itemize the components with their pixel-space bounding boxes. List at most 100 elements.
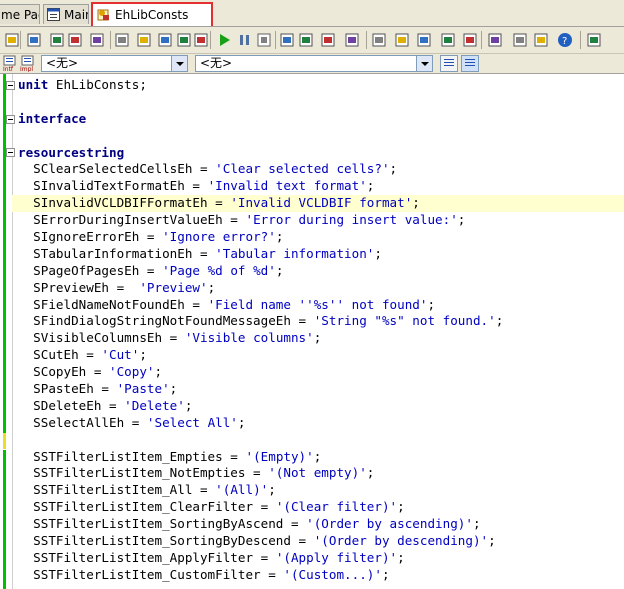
class-selector[interactable]: <无> xyxy=(41,55,188,72)
code-line[interactable]: SSTFilterListItem_SortingByDescend = '(O… xyxy=(18,533,624,550)
code-line[interactable] xyxy=(18,432,624,449)
code-line[interactable]: SVisibleColumnsEh = 'Visible columns'; xyxy=(18,330,624,347)
debug-button[interactable] xyxy=(371,31,389,49)
new-form-button[interactable] xyxy=(487,31,505,49)
trace-into-icon xyxy=(279,31,297,49)
code-line[interactable]: SFindDialogStringNotFoundMessageEh = 'St… xyxy=(18,313,624,330)
options-button[interactable] xyxy=(533,31,551,49)
code-line[interactable]: unit EhLibConsts; xyxy=(18,77,624,94)
unit-list-button[interactable] xyxy=(157,31,175,49)
tab-main[interactable]: Main xyxy=(43,4,89,24)
help-button[interactable]: ? xyxy=(556,31,574,49)
svg-text:Impl: Impl xyxy=(20,66,33,72)
code-line[interactable]: SSTFilterListItem_SortingByAscend = '(Or… xyxy=(18,516,624,533)
run-button[interactable] xyxy=(215,31,233,49)
code-line[interactable]: SSTFilterListItem_Empties = '(Empty)'; xyxy=(18,449,624,466)
package-button[interactable] xyxy=(462,31,480,49)
code-line-current[interactable]: SInvalidVCLDBIFFormatEh = 'Invalid VCLDB… xyxy=(12,195,624,212)
code-line[interactable]: SSTFilterListItem_NotEmpties = '(Not emp… xyxy=(18,465,624,482)
database-button[interactable] xyxy=(440,31,458,49)
module-button[interactable] xyxy=(512,31,530,49)
code-line[interactable]: SSTFilterListItem_All = '(All)'; xyxy=(18,482,624,499)
code-line[interactable]: SPageOfPagesEh = 'Page %d of %d'; xyxy=(18,263,624,280)
identifier: SSTFilterListItem_SortingByDescend = xyxy=(33,533,314,548)
code-line[interactable] xyxy=(18,94,624,111)
palette-button[interactable] xyxy=(416,31,434,49)
interface-section-icon[interactable]: Intf xyxy=(2,55,19,72)
tab-welcome-page[interactable]: me Page xyxy=(0,4,40,24)
code-line[interactable]: SSTFilterListItem_CustomFilter = '(Custo… xyxy=(18,567,624,584)
code-line[interactable]: SFieldNameNotFoundEh = 'Field name ''%s'… xyxy=(18,297,624,314)
indent xyxy=(18,381,33,396)
identifier: SFieldNameNotFoundEh = xyxy=(33,297,207,312)
reset-button[interactable] xyxy=(255,31,273,49)
align-left-button[interactable] xyxy=(440,55,458,72)
open-folder-button[interactable] xyxy=(136,31,154,49)
code-editor[interactable]: unit EhLibConsts; interface resourcestring… xyxy=(0,74,624,589)
code-line[interactable]: SSelectAllEh = 'Select All'; xyxy=(18,415,624,432)
indent xyxy=(18,533,33,548)
punctuation: ; xyxy=(458,212,466,227)
code-line[interactable]: interface xyxy=(18,111,624,128)
code-line[interactable]: SDeleteEh = 'Delete'; xyxy=(18,398,624,415)
align-center-button[interactable] xyxy=(461,55,479,72)
identifier: SCopyEh = xyxy=(33,364,109,379)
form-icon xyxy=(47,8,60,21)
stack-button[interactable] xyxy=(344,31,362,49)
code-line[interactable] xyxy=(18,128,624,145)
code-line[interactable]: SInvalidTextFormatEh = 'Invalid text for… xyxy=(18,178,624,195)
code-line[interactable]: SPreviewEh = 'Preview'; xyxy=(18,280,624,297)
save-all-button[interactable] xyxy=(67,31,85,49)
code-line[interactable]: SErrorDuringInsertValueEh = 'Error durin… xyxy=(18,212,624,229)
punctuation: ; xyxy=(412,195,420,210)
code-line[interactable]: SSTFilterListItem_ClearFilter = '(Clear … xyxy=(18,499,624,516)
lines-icon xyxy=(444,59,454,68)
indent xyxy=(18,178,33,193)
code-line[interactable]: SCopyEh = 'Copy'; xyxy=(18,364,624,381)
code-line[interactable]: STabularInformationEh = 'Tabular informa… xyxy=(18,246,624,263)
punctuation: ; xyxy=(268,482,276,497)
string-literal: 'Page %d of %d' xyxy=(162,263,276,278)
tools-button[interactable] xyxy=(586,31,604,49)
implementation-section-icon[interactable]: Impl xyxy=(20,55,37,72)
chevron-down-icon[interactable] xyxy=(171,56,187,71)
string-literal: '(Order by descending)' xyxy=(314,533,488,548)
code-line[interactable]: SCutEh = 'Cut'; xyxy=(18,347,624,364)
trace-into-button[interactable] xyxy=(279,31,297,49)
code-line[interactable]: resourcestring xyxy=(18,145,624,162)
tab-ehlibconsts[interactable]: EhLibConsts xyxy=(91,2,213,26)
code-text: EhLibConsts; xyxy=(48,77,147,92)
indent xyxy=(18,398,33,413)
chevron-down-icon[interactable] xyxy=(416,56,432,71)
identifier: SDeleteEh = xyxy=(33,398,124,413)
add-file-button[interactable] xyxy=(89,31,107,49)
identifier: SPreviewEh = xyxy=(33,280,139,295)
pause-button[interactable] xyxy=(236,31,254,49)
code-line[interactable]: SPasteEh = 'Paste'; xyxy=(18,381,624,398)
fold-toggle-icon[interactable] xyxy=(6,115,15,124)
indent xyxy=(18,364,33,379)
indent xyxy=(18,465,33,480)
open-project-button[interactable] xyxy=(26,31,44,49)
method-selector[interactable]: <无> xyxy=(195,55,433,72)
fold-toggle-icon[interactable] xyxy=(6,148,15,157)
code-line[interactable]: SIgnoreErrorEh = 'Ignore error?'; xyxy=(18,229,624,246)
string-literal: '(Apply filter)' xyxy=(276,550,397,565)
code-line[interactable]: SClearSelectedCellsEh = 'Clear selected … xyxy=(18,161,624,178)
toggle-form-unit-button[interactable] xyxy=(193,31,211,49)
string-literal: 'Visible columns' xyxy=(185,330,314,345)
remove-file-button[interactable] xyxy=(114,31,132,49)
component-button[interactable] xyxy=(394,31,412,49)
fold-toggle-icon[interactable] xyxy=(6,81,15,90)
form-list-button[interactable] xyxy=(176,31,194,49)
punctuation: ; xyxy=(367,465,375,480)
changed-lines-marker xyxy=(3,74,6,446)
save-button[interactable] xyxy=(49,31,67,49)
run-to-cursor-button[interactable] xyxy=(320,31,338,49)
code-line[interactable]: SSTFilterListItem_ApplyFilter = '(Apply … xyxy=(18,550,624,567)
tab-label: me Page xyxy=(1,5,40,24)
debug-icon xyxy=(371,31,389,49)
identifier: SInvalidTextFormatEh = xyxy=(33,178,207,193)
string-literal: 'Tabular information' xyxy=(215,246,374,261)
step-over-button[interactable] xyxy=(298,31,316,49)
